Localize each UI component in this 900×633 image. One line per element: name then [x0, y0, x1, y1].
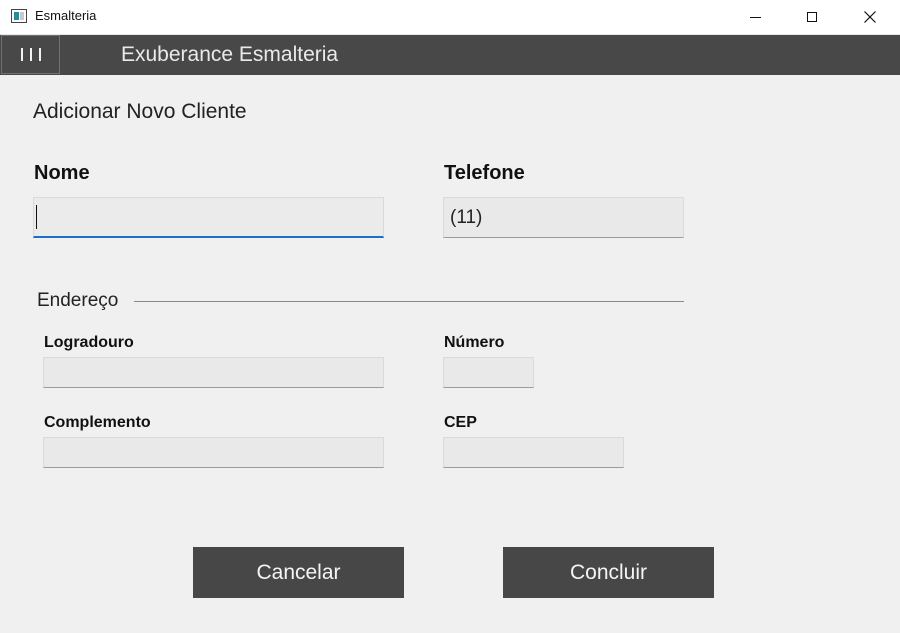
- numero-label: Número: [444, 334, 505, 351]
- menu-bar-icon: [20, 48, 23, 61]
- hamburger-menu-button[interactable]: [1, 35, 60, 74]
- app-title: Exuberance Esmalteria: [121, 43, 339, 66]
- menu-bar-icon: [29, 48, 32, 61]
- logradouro-label: Logradouro: [44, 334, 134, 351]
- maximize-button[interactable]: [783, 0, 841, 34]
- minimize-button[interactable]: [726, 0, 784, 34]
- nome-input[interactable]: [33, 197, 384, 238]
- menu-bar-icon: [38, 48, 41, 61]
- confirm-button[interactable]: Concluir: [503, 547, 714, 598]
- minimize-icon: [749, 16, 761, 18]
- close-icon: [864, 11, 876, 23]
- window-titlebar: Esmalteria: [0, 0, 900, 35]
- endereco-group-legend: Endereço: [37, 290, 119, 311]
- cep-input[interactable]: [443, 437, 624, 468]
- nome-label: Nome: [34, 162, 90, 184]
- maximize-icon: [807, 12, 817, 22]
- logradouro-input[interactable]: [43, 357, 384, 388]
- app-header: Exuberance Esmalteria: [0, 35, 900, 75]
- window-title: Esmalteria: [35, 8, 97, 23]
- close-button[interactable]: [841, 0, 899, 34]
- text-caret: [36, 205, 37, 229]
- telefone-label: Telefone: [444, 162, 525, 184]
- page-title: Adicionar Novo Cliente: [33, 100, 247, 123]
- cancel-button[interactable]: Cancelar: [193, 547, 404, 598]
- complemento-input[interactable]: [43, 437, 384, 468]
- telefone-input[interactable]: [443, 197, 684, 238]
- endereco-group-divider: [134, 301, 684, 302]
- app-window-icon: [11, 9, 27, 23]
- complemento-label: Complemento: [44, 414, 151, 431]
- numero-input[interactable]: [443, 357, 534, 388]
- cep-label: CEP: [444, 414, 477, 431]
